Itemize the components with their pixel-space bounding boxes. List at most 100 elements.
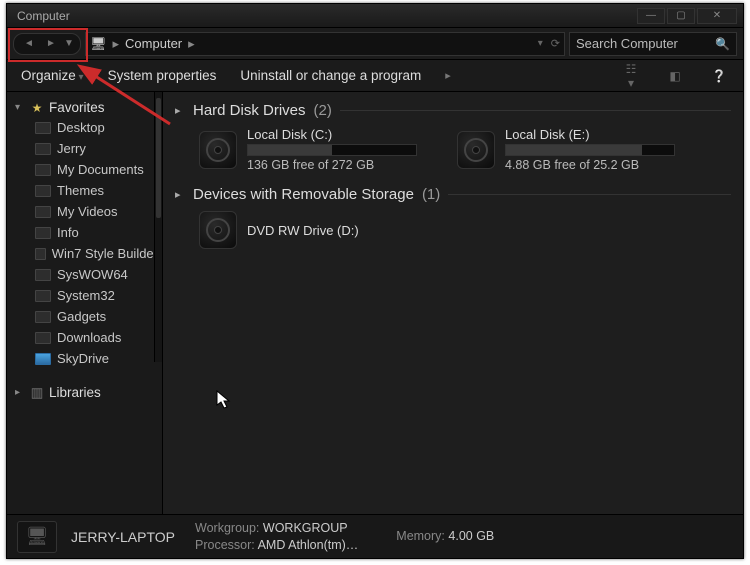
sidebar-item-label: Themes [57, 183, 104, 198]
category-header-hdd[interactable]: ▸ Hard Disk Drives (2) [175, 102, 731, 119]
expand-icon[interactable]: ▸ [15, 387, 25, 398]
drive-free-text: 136 GB free of 272 GB [247, 158, 417, 172]
divider [340, 110, 731, 111]
status-memory: Memory: 4.00 GB [396, 528, 494, 544]
hard-disk-icon [199, 131, 237, 169]
address-bar[interactable]: 🖥 ▸ Computer ▸ ▾ ⟳ [85, 32, 565, 56]
body: ▾ ★ Favorites Desktop Jerry My Documents… [7, 92, 743, 514]
folder-icon [35, 143, 51, 155]
folder-icon [35, 311, 51, 323]
preview-pane-icon[interactable]: ◧ [665, 69, 685, 83]
computer-name: JERRY-LAPTOP [71, 529, 175, 545]
minimize-button[interactable]: — [637, 8, 665, 24]
skydrive-icon [35, 353, 51, 365]
sidebar-item[interactable]: Desktop [7, 117, 162, 138]
category-title: Devices with Removable Storage [193, 186, 414, 203]
sidebar-item-label: SysWOW64 [57, 267, 128, 282]
drive-name: DVD RW Drive (D:) [247, 223, 359, 238]
explorer-window: Computer — ▢ ✕ ◄ ► ▼ 🖥 ▸ Computer ▸ ▾ ⟳ … [6, 3, 744, 559]
window-title: Computer [17, 9, 637, 23]
drive-used-fill [248, 145, 332, 155]
search-input[interactable]: Search Computer 🔍 [569, 32, 737, 56]
category-header-removable[interactable]: ▸ Devices with Removable Storage (1) [175, 186, 731, 203]
uninstall-program-button[interactable]: Uninstall or change a program [240, 68, 421, 83]
organize-menu[interactable]: Organize [21, 68, 84, 83]
sidebar-scrollbar[interactable] [154, 92, 162, 362]
sidebar-item-label: Win7 Style Builder [52, 246, 158, 261]
collapse-icon[interactable]: ▾ [15, 102, 25, 113]
drive-name: Local Disk (E:) [505, 127, 675, 142]
refresh-icon[interactable]: ⟳ [551, 37, 560, 50]
sidebar-group-favorites: ▾ ★ Favorites Desktop Jerry My Documents… [7, 98, 162, 369]
sidebar-item[interactable]: Themes [7, 180, 162, 201]
titlebar[interactable]: Computer — ▢ ✕ [7, 4, 743, 28]
maximize-button[interactable]: ▢ [667, 8, 695, 24]
sidebar-group-label: Favorites [49, 100, 105, 115]
address-dropdown-icon[interactable]: ▾ [538, 38, 543, 49]
sidebar-group-header[interactable]: ▸ ▥ Libraries [7, 383, 162, 402]
sidebar: ▾ ★ Favorites Desktop Jerry My Documents… [7, 92, 163, 514]
toolbar: Organize System properties Uninstall or … [7, 60, 743, 92]
sidebar-item[interactable]: My Videos [7, 201, 162, 222]
sidebar-group-libraries: ▸ ▥ Libraries [7, 383, 162, 402]
drive-item-e[interactable]: Local Disk (E:) 4.88 GB free of 25.2 GB [457, 127, 675, 172]
sidebar-item-label: SkyDrive [57, 351, 109, 366]
folder-icon [35, 269, 51, 281]
forward-button[interactable]: ► [40, 36, 62, 52]
sidebar-item-label: Gadgets [57, 309, 106, 324]
drive-item-c[interactable]: Local Disk (C:) 136 GB free of 272 GB [199, 127, 417, 172]
hdd-drives: Local Disk (C:) 136 GB free of 272 GB Lo… [175, 127, 731, 172]
back-button[interactable]: ◄ [18, 36, 40, 52]
category-title: Hard Disk Drives [193, 102, 306, 119]
drive-used-fill [506, 145, 642, 155]
sidebar-item-label: Downloads [57, 330, 121, 345]
folder-icon [35, 122, 51, 134]
toolbar-overflow-icon[interactable]: ▸ [445, 69, 451, 82]
category-count: (1) [422, 186, 440, 203]
nav-row: ◄ ► ▼ 🖥 ▸ Computer ▸ ▾ ⟳ Search Computer… [7, 28, 743, 60]
view-options-icon[interactable]: ☷ ▾ [621, 62, 641, 90]
scrollbar-thumb[interactable] [156, 98, 161, 218]
folder-icon [35, 206, 51, 218]
folder-icon [35, 332, 51, 344]
status-workgroup-processor: Workgroup: WORKGROUP Processor: AMD Athl… [195, 520, 358, 553]
divider [448, 194, 731, 195]
computer-icon: 🖥 [90, 36, 107, 52]
folder-icon [35, 290, 51, 302]
collapse-icon[interactable]: ▸ [175, 104, 185, 117]
folder-icon [35, 185, 51, 197]
folder-icon [35, 227, 51, 239]
sidebar-item[interactable]: My Documents [7, 159, 162, 180]
content-pane: ▸ Hard Disk Drives (2) Local Disk (C:) 1… [163, 92, 743, 514]
collapse-icon[interactable]: ▸ [175, 188, 185, 201]
help-icon[interactable]: ❔ [709, 69, 729, 83]
sidebar-group-header[interactable]: ▾ ★ Favorites [7, 98, 162, 117]
system-properties-button[interactable]: System properties [108, 68, 217, 83]
sidebar-item-skydrive[interactable]: SkyDrive [7, 348, 162, 369]
removable-drives: DVD RW Drive (D:) [175, 211, 731, 249]
sidebar-item-label: Jerry [57, 141, 86, 156]
folder-icon [35, 248, 46, 260]
sidebar-item-label: My Videos [57, 204, 117, 219]
window-controls: — ▢ ✕ [637, 8, 737, 24]
sidebar-item[interactable]: Gadgets [7, 306, 162, 327]
breadcrumb-separator-icon: ▸ [113, 36, 120, 52]
favorites-icon: ★ [29, 101, 45, 115]
breadcrumb-item[interactable]: Computer [125, 36, 182, 51]
sidebar-item[interactable]: System32 [7, 285, 162, 306]
close-button[interactable]: ✕ [697, 8, 737, 24]
search-icon: 🔍 [715, 37, 730, 51]
sidebar-item[interactable]: Jerry [7, 138, 162, 159]
sidebar-item[interactable]: Win7 Style Builder [7, 243, 162, 264]
sidebar-group-label: Libraries [49, 385, 101, 400]
nav-history-dropdown[interactable]: ▼ [62, 36, 76, 52]
drive-space-bar [247, 144, 417, 156]
sidebar-item-label: System32 [57, 288, 115, 303]
sidebar-item[interactable]: Info [7, 222, 162, 243]
sidebar-item[interactable]: SysWOW64 [7, 264, 162, 285]
sidebar-item[interactable]: Downloads [7, 327, 162, 348]
drive-name: Local Disk (C:) [247, 127, 417, 142]
sidebar-item-label: Desktop [57, 120, 105, 135]
libraries-icon: ▥ [29, 386, 45, 400]
drive-item-dvd[interactable]: DVD RW Drive (D:) [199, 211, 731, 249]
